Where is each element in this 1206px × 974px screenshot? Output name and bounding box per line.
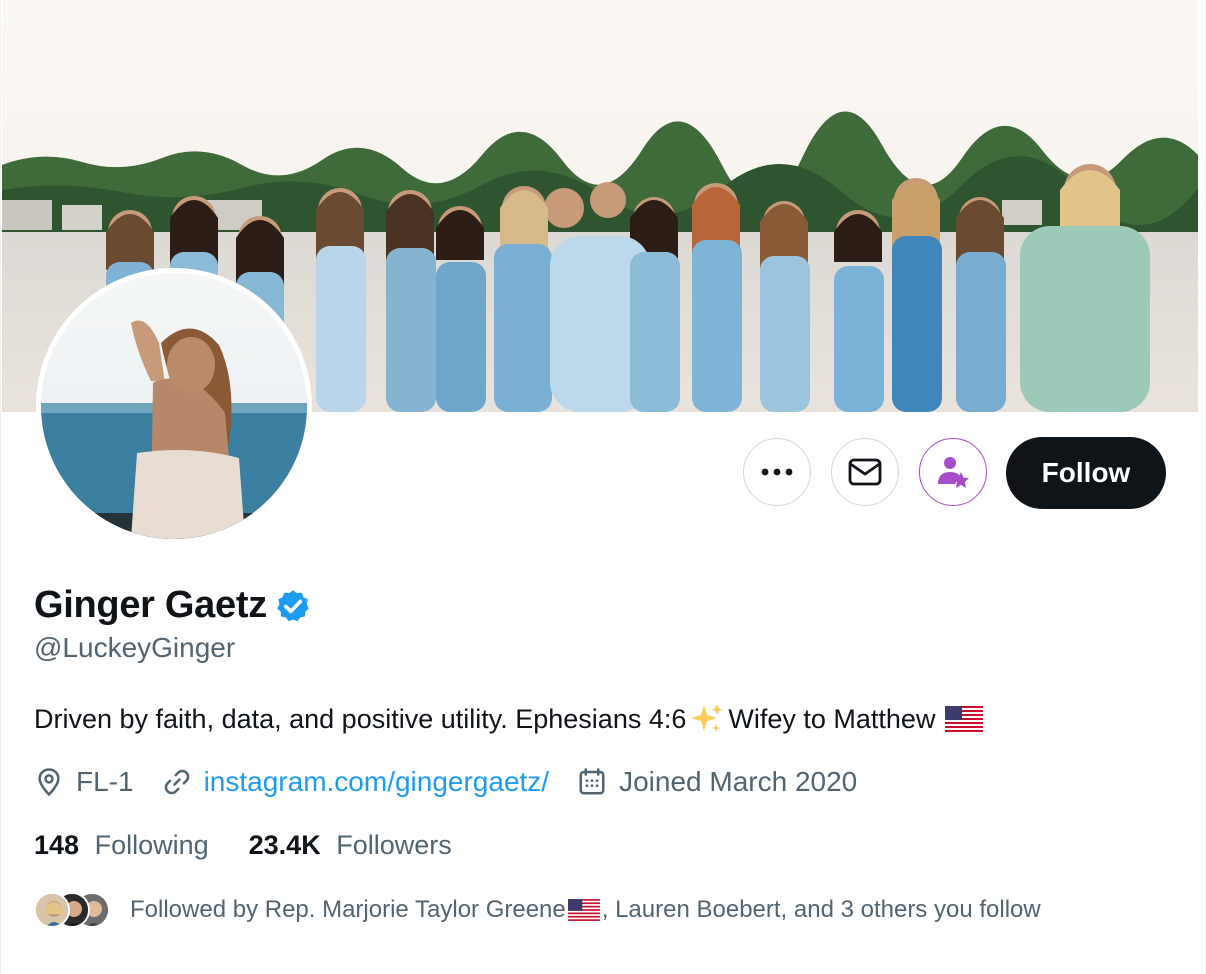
ellipsis-icon	[761, 468, 793, 476]
joined-item: Joined March 2020	[577, 766, 857, 798]
follower-avatar	[34, 892, 70, 928]
following-label: Following	[94, 830, 209, 860]
calendar-icon	[579, 768, 605, 795]
location-pin-icon	[38, 768, 60, 797]
joined-text: Joined March 2020	[619, 766, 858, 797]
followers-link[interactable]: 23.4K Followers	[249, 830, 452, 861]
subscribe-button[interactable]	[919, 438, 987, 506]
followers-avatars	[34, 890, 114, 930]
location-text: FL-1	[76, 766, 134, 797]
followed-by-suffix: , Lauren Boebert, and 3 others you follo…	[601, 896, 1041, 923]
profile-stats: 148 Following 23.4K Followers	[34, 830, 492, 861]
follow-button[interactable]: Follow	[1006, 437, 1166, 509]
location-item: FL-1	[34, 766, 134, 798]
name-row: Ginger Gaetz	[34, 584, 311, 627]
followers-count: 23.4K	[248, 830, 321, 860]
link-icon	[164, 769, 189, 795]
followers-label: Followers	[336, 830, 452, 860]
following-link[interactable]: 148 Following	[34, 830, 209, 861]
followers-you-know[interactable]: Followed by Rep. Marjorie Taylor Greene …	[34, 890, 1041, 930]
verified-badge-icon[interactable]	[275, 588, 311, 624]
person-star-icon	[938, 457, 969, 488]
bio-text: Driven by faith, data, and positive util…	[34, 703, 687, 734]
profile-bio: Driven by faith, data, and positive util…	[34, 702, 987, 736]
bio-text-2: Wifey to Matthew	[728, 703, 936, 734]
followed-by-prefix: Followed by Rep. Marjorie Taylor Greene	[130, 896, 566, 923]
website-item: instagram.com/gingergaetz/	[162, 766, 550, 798]
message-button[interactable]	[831, 438, 899, 506]
more-button[interactable]	[743, 438, 811, 506]
display-name: Ginger Gaetz	[34, 584, 267, 626]
profile-handle: @LuckeyGinger	[34, 632, 236, 663]
envelope-icon	[848, 458, 882, 486]
us-flag-emoji-icon	[945, 706, 984, 732]
profile-actions: Follow	[0, 437, 1206, 509]
us-flag-emoji-icon	[567, 899, 600, 921]
website-link[interactable]: instagram.com/gingergaetz/	[204, 766, 550, 798]
sparkles-emoji-icon	[690, 702, 724, 736]
profile-meta: FL-1 instagram.com/gingergaetz/ Joined M…	[34, 766, 885, 798]
followed-by-text: Followed by Rep. Marjorie Taylor Greene …	[130, 896, 1041, 924]
following-count: 148	[34, 830, 80, 860]
